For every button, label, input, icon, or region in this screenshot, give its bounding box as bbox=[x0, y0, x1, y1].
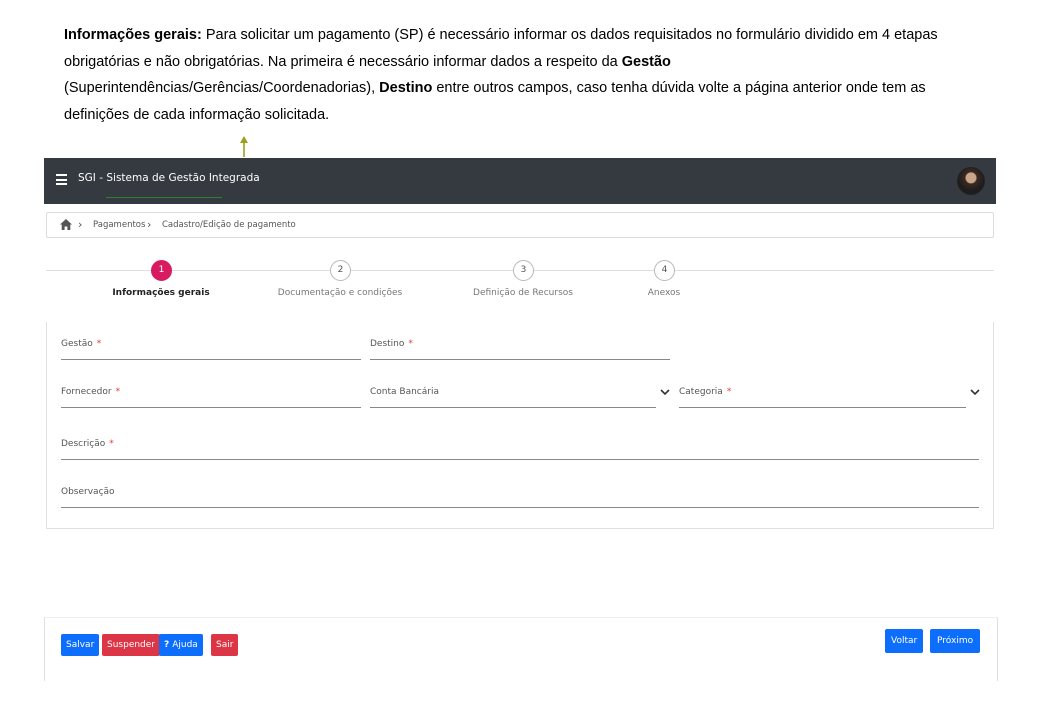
footer-action-bar: Salvar Suspender ? Ajuda Sair Voltar Próx… bbox=[44, 617, 998, 681]
chevron-right-icon: › bbox=[78, 218, 83, 231]
instructions-text: Informações gerais: Para solicitar um pa… bbox=[64, 22, 964, 128]
breadcrumb-item-pagamentos[interactable]: Pagamentos bbox=[93, 220, 145, 230]
destino-field[interactable]: Destino * bbox=[370, 337, 670, 360]
save-button[interactable]: Salvar bbox=[61, 634, 100, 656]
help-icon: ? bbox=[164, 640, 170, 650]
user-avatar[interactable] bbox=[957, 167, 985, 195]
breadcrumb-item-cadastro: Cadastro/Edição de pagamento bbox=[162, 220, 296, 230]
help-button[interactable]: ? Ajuda bbox=[159, 634, 203, 656]
next-button[interactable]: Próximo bbox=[930, 629, 981, 653]
top-app-bar: SGI - Sistema de Gestão Integrada bbox=[44, 158, 996, 204]
observacao-field[interactable]: Observação bbox=[61, 485, 979, 508]
step-2-label[interactable]: Documentação e condições bbox=[278, 288, 402, 298]
title-underline bbox=[106, 197, 222, 198]
fornecedor-field[interactable]: Fornecedor * bbox=[61, 385, 361, 408]
home-icon[interactable] bbox=[60, 219, 72, 230]
suspend-button[interactable]: Suspender bbox=[102, 634, 161, 656]
descricao-label: Descrição * bbox=[61, 439, 114, 449]
conta-bancaria-label: Conta Bancária bbox=[370, 387, 439, 397]
step-1-circle[interactable]: 1 bbox=[151, 260, 172, 281]
hamburger-icon[interactable] bbox=[56, 174, 67, 185]
destino-label: Destino * bbox=[370, 339, 413, 349]
step-3-label[interactable]: Definição de Recursos bbox=[473, 288, 573, 298]
step-4-label[interactable]: Anexos bbox=[648, 288, 680, 298]
back-button[interactable]: Voltar bbox=[885, 629, 924, 653]
categoria-select[interactable]: Categoria * bbox=[679, 385, 980, 408]
fornecedor-label: Fornecedor * bbox=[61, 387, 121, 397]
exit-button[interactable]: Sair bbox=[211, 634, 239, 656]
instructions-destino: Destino bbox=[379, 80, 433, 96]
general-info-form: Gestão * Destino * Fornecedor * Conta Bancá… bbox=[46, 322, 994, 529]
chevron-down-icon[interactable] bbox=[660, 387, 670, 397]
instructions-part-2: (Superintendências/Gerências/Coordenador… bbox=[64, 80, 380, 96]
descricao-field[interactable]: Descrição * bbox=[61, 437, 979, 460]
categoria-label: Categoria * bbox=[679, 387, 732, 397]
conta-bancaria-select[interactable]: Conta Bancária bbox=[370, 385, 670, 408]
observacao-label: Observação bbox=[61, 487, 115, 497]
help-label: Ajuda bbox=[172, 640, 198, 650]
instructions-gestao: Gestão bbox=[621, 53, 671, 70]
chevron-right-icon: › bbox=[147, 218, 152, 231]
chevron-down-icon[interactable] bbox=[970, 387, 980, 397]
step-1-label[interactable]: Informações gerais bbox=[112, 288, 209, 298]
instructions-heading: Informações gerais: bbox=[64, 27, 202, 43]
step-3-circle[interactable]: 3 bbox=[513, 260, 534, 281]
step-4-circle[interactable]: 4 bbox=[654, 260, 675, 281]
breadcrumb: › Pagamentos › Cadastro/Edição de pagame… bbox=[46, 212, 994, 238]
page: Informações gerais: Para solicitar um pa… bbox=[0, 0, 1040, 720]
step-2-circle[interactable]: 2 bbox=[330, 260, 351, 281]
pointer-arrow-icon bbox=[240, 136, 248, 157]
app-title: SGI - Sistema de Gestão Integrada bbox=[78, 172, 260, 184]
gestao-field[interactable]: Gestão * bbox=[61, 337, 361, 360]
gestao-label: Gestão * bbox=[61, 339, 102, 349]
